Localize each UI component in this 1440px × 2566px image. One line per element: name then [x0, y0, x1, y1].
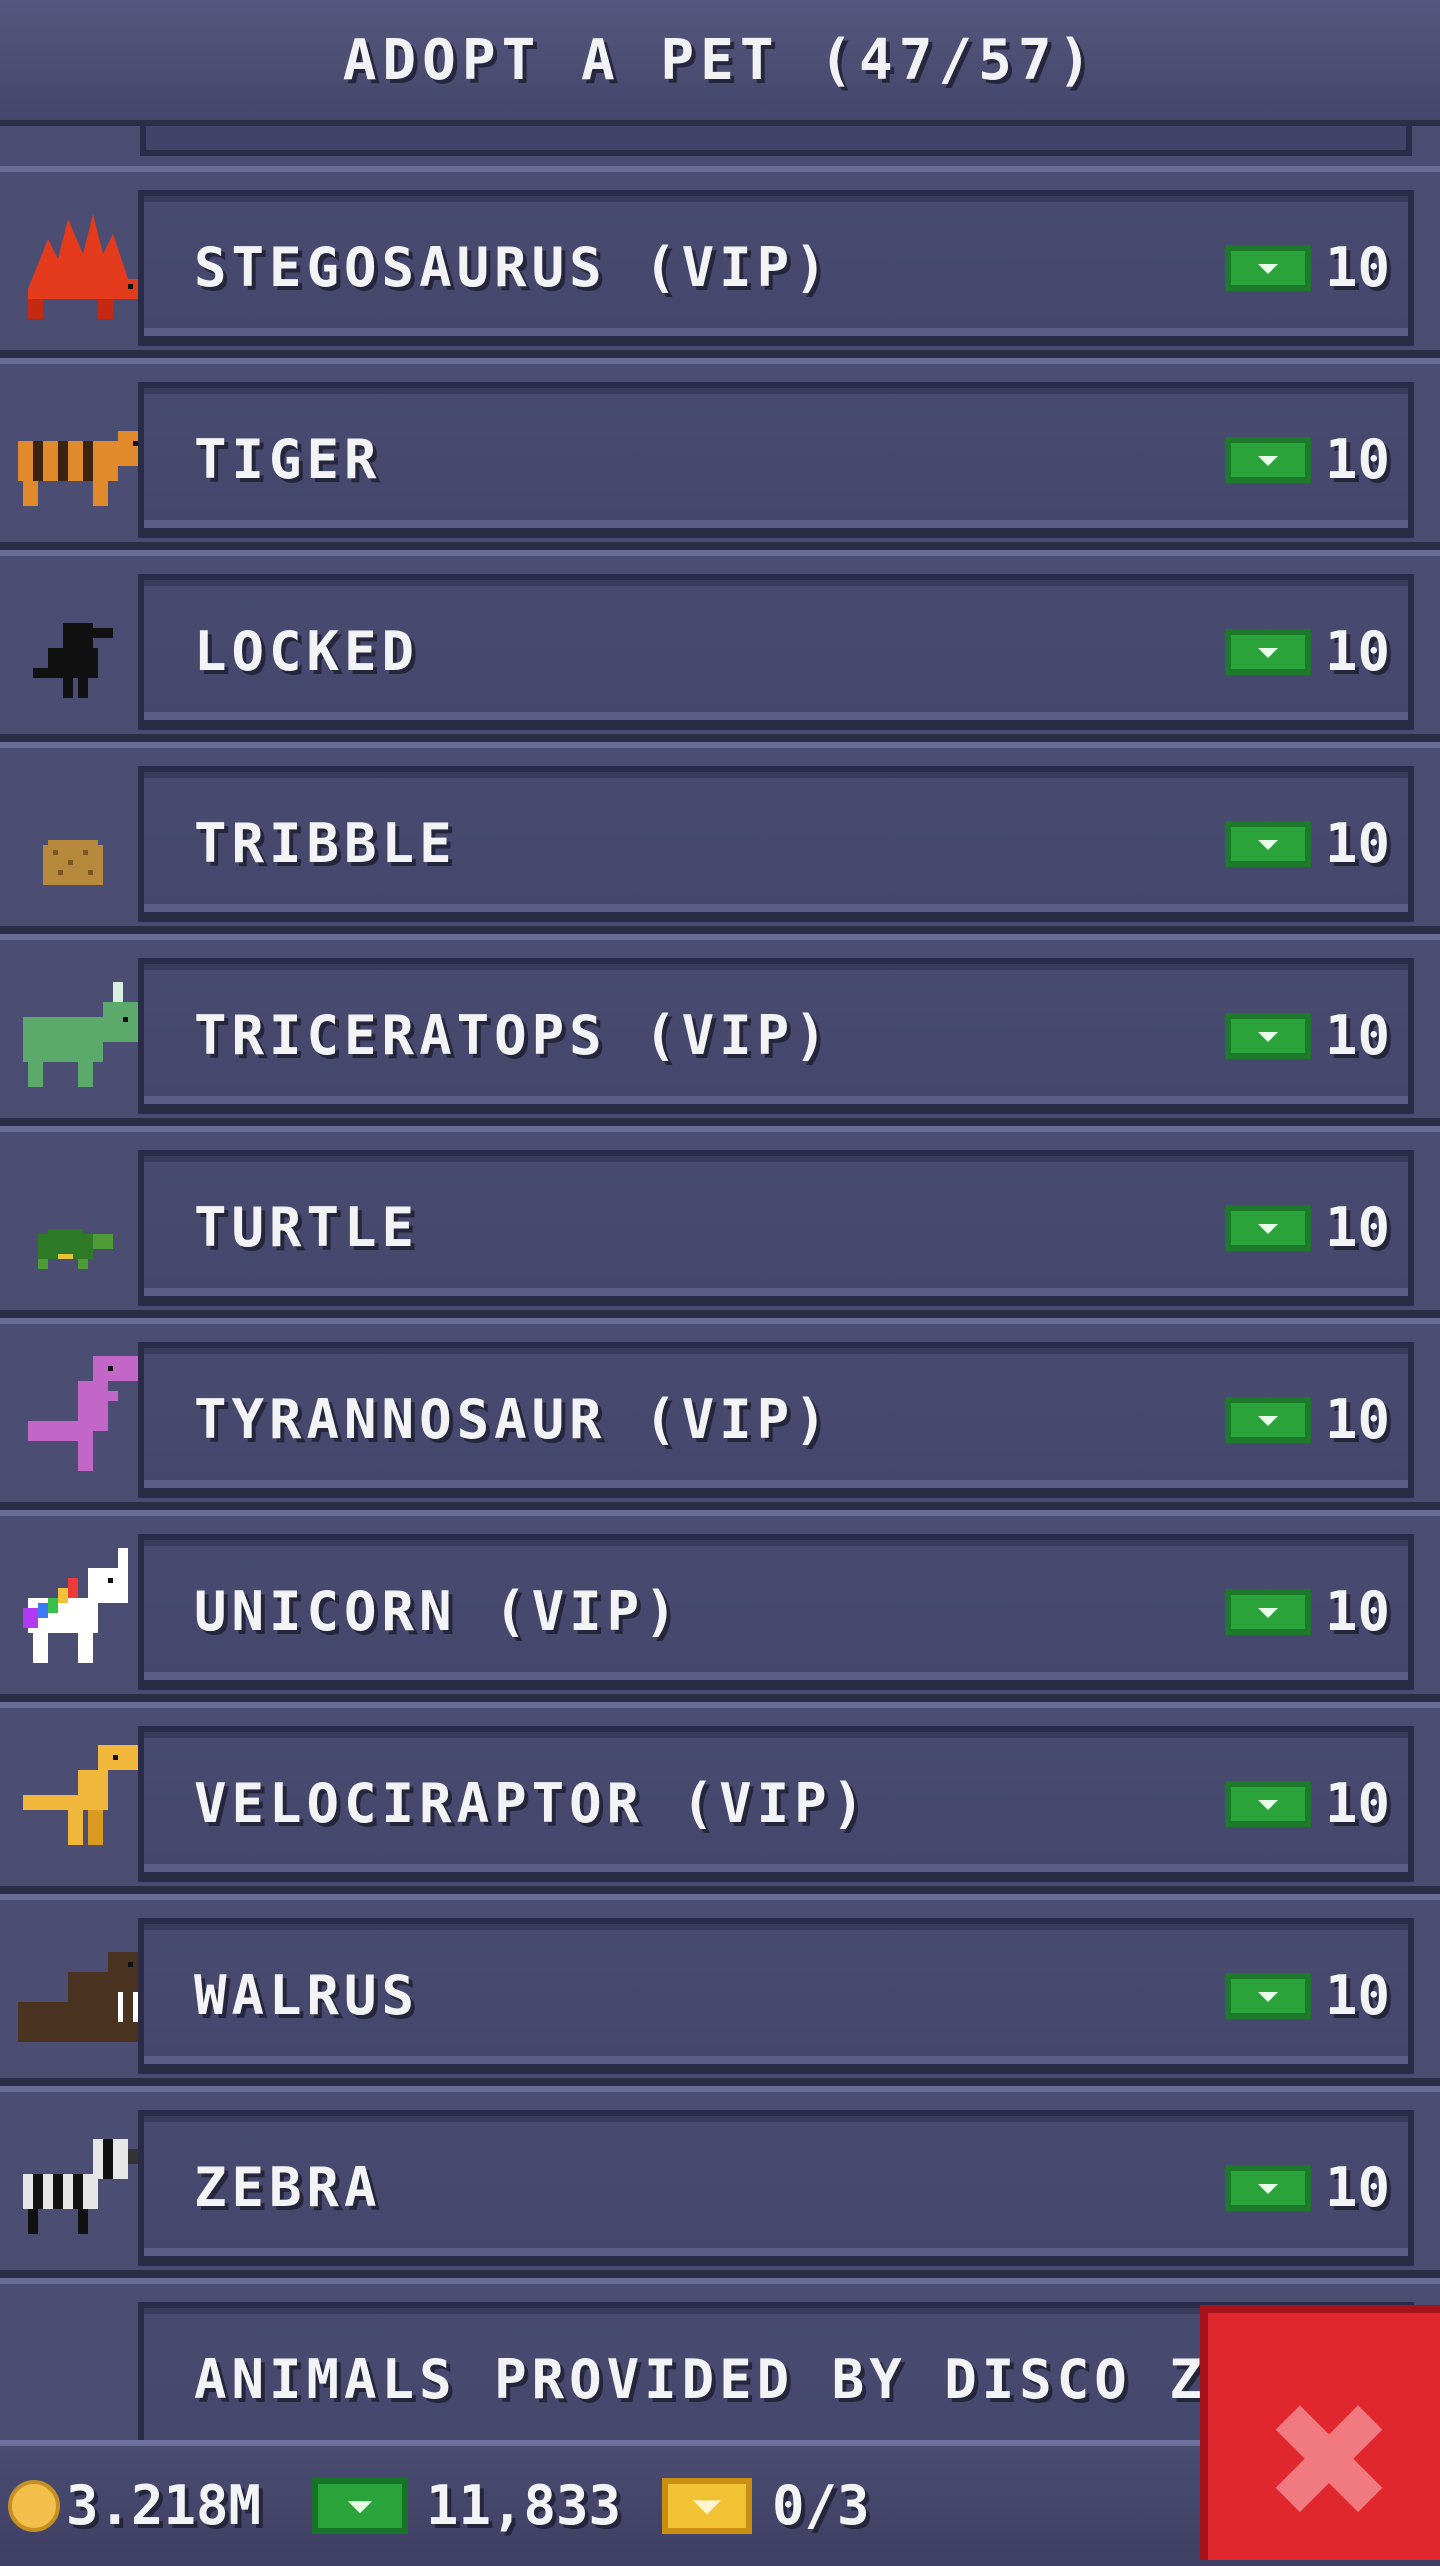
pet-name: ZEBRA	[194, 2156, 382, 2219]
ticket-icon	[662, 2477, 752, 2534]
pet-name: STEGOSAURUS (VIP)	[194, 236, 832, 299]
pet-name: WALRUS	[194, 1964, 420, 2027]
adopt-pet-button[interactable]: UNICORN (VIP) 10	[138, 1534, 1414, 1690]
cash-icon	[1224, 820, 1311, 867]
coin-icon	[8, 2479, 60, 2532]
list-item[interactable]: STEGOSAURUS (VIP) 10	[0, 166, 1440, 358]
price: 10	[1224, 1580, 1390, 1643]
coins-value: 3.218M	[66, 2474, 262, 2537]
coins-stat: 3.218M	[8, 2474, 261, 2537]
list-item[interactable]: ZEBRA 10	[0, 2086, 1440, 2278]
price: 10	[1224, 236, 1390, 299]
cash-icon	[1224, 628, 1311, 675]
price: 10	[1224, 1388, 1390, 1451]
page-title: ADOPT A PET (47/57)	[342, 27, 1098, 93]
cash-icon	[1224, 244, 1311, 291]
price-value: 10	[1324, 812, 1390, 875]
cash-icon	[1224, 1396, 1311, 1443]
close-button[interactable]: ✖	[1200, 2305, 1440, 2560]
adopt-pet-button[interactable]: TRICERATOPS (VIP) 10	[138, 958, 1414, 1114]
credits-text: ANIMALS PROVIDED BY DISCO ZOO	[194, 2348, 1282, 2411]
price-value: 10	[1324, 1196, 1390, 1259]
cash-icon	[1224, 1588, 1311, 1635]
list-item[interactable]: TRICERATOPS (VIP) 10	[0, 934, 1440, 1126]
cash-icon	[1224, 1204, 1311, 1251]
adopt-pet-button[interactable]: TYRANNOSAUR (VIP) 10	[138, 1342, 1414, 1498]
price: 10	[1224, 1004, 1390, 1067]
price: 10	[1224, 1196, 1390, 1259]
pet-name: VELOCIRAPTOR (VIP)	[194, 1772, 870, 1835]
price-value: 10	[1324, 428, 1390, 491]
bucks-value: 11,833	[426, 2474, 622, 2537]
price: 10	[1224, 428, 1390, 491]
price-value: 10	[1324, 1004, 1390, 1067]
adopt-pet-button[interactable]: TURTLE 10	[138, 1150, 1414, 1306]
pet-name: TRIBBLE	[194, 812, 457, 875]
adopt-pet-button[interactable]: STEGOSAURUS (VIP) 10	[138, 190, 1414, 346]
tickets-value: 0/3	[772, 2474, 870, 2537]
price: 10	[1224, 620, 1390, 683]
price-value: 10	[1324, 236, 1390, 299]
price-value: 10	[1324, 1964, 1390, 2027]
price: 10	[1224, 2156, 1390, 2219]
adopt-pet-button[interactable]: TIGER 10	[138, 382, 1414, 538]
pet-name: UNICORN (VIP)	[194, 1580, 682, 1643]
adopt-pet-button[interactable]: VELOCIRAPTOR (VIP) 10	[138, 1726, 1414, 1882]
list-item[interactable]: UNICORN (VIP) 10	[0, 1510, 1440, 1702]
adopt-pet-button[interactable]: WALRUS 10	[138, 1918, 1414, 2074]
cash-icon	[312, 2477, 408, 2534]
price-value: 10	[1324, 620, 1390, 683]
cash-icon	[1224, 436, 1311, 483]
pet-name: TURTLE	[194, 1196, 420, 1259]
pet-name: LOCKED	[194, 620, 420, 683]
cash-icon	[1224, 1012, 1311, 1059]
bucks-stat: 11,833	[312, 2474, 621, 2537]
cash-icon	[1224, 1972, 1311, 2019]
price-value: 10	[1324, 1580, 1390, 1643]
list-item[interactable]: LOCKED 10	[0, 550, 1440, 742]
cash-icon	[1224, 1780, 1311, 1827]
list-item[interactable]: TYRANNOSAUR (VIP) 10	[0, 1318, 1440, 1510]
screen-header: ADOPT A PET (47/57)	[0, 0, 1440, 126]
price-value: 10	[1324, 1388, 1390, 1451]
list-item[interactable]: VELOCIRAPTOR (VIP) 10	[0, 1702, 1440, 1894]
price: 10	[1224, 1772, 1390, 1835]
adopt-pet-button[interactable]: LOCKED 10	[138, 574, 1414, 730]
list-item[interactable]: WALRUS 10	[0, 1894, 1440, 2086]
cash-icon	[1224, 2164, 1311, 2211]
price-value: 10	[1324, 1772, 1390, 1835]
tickets-stat: 0/3	[662, 2474, 870, 2537]
price: 10	[1224, 812, 1390, 875]
price-value: 10	[1324, 2156, 1390, 2219]
pet-name: TRICERATOPS (VIP)	[194, 1004, 832, 1067]
list-item[interactable]: TIGER 10	[0, 358, 1440, 550]
pet-name: TIGER	[194, 428, 382, 491]
price: 10	[1224, 1964, 1390, 2027]
adopt-pet-button[interactable]: TRIBBLE 10	[138, 766, 1414, 922]
list-item[interactable]: TRIBBLE 10	[0, 742, 1440, 934]
adopt-pet-button[interactable]: ZEBRA 10	[138, 2110, 1414, 2266]
pet-name: TYRANNOSAUR (VIP)	[194, 1388, 832, 1451]
partial-list-row	[0, 120, 1440, 172]
close-icon: ✖	[1261, 2367, 1397, 2555]
list-item[interactable]: TURTLE 10	[0, 1126, 1440, 1318]
